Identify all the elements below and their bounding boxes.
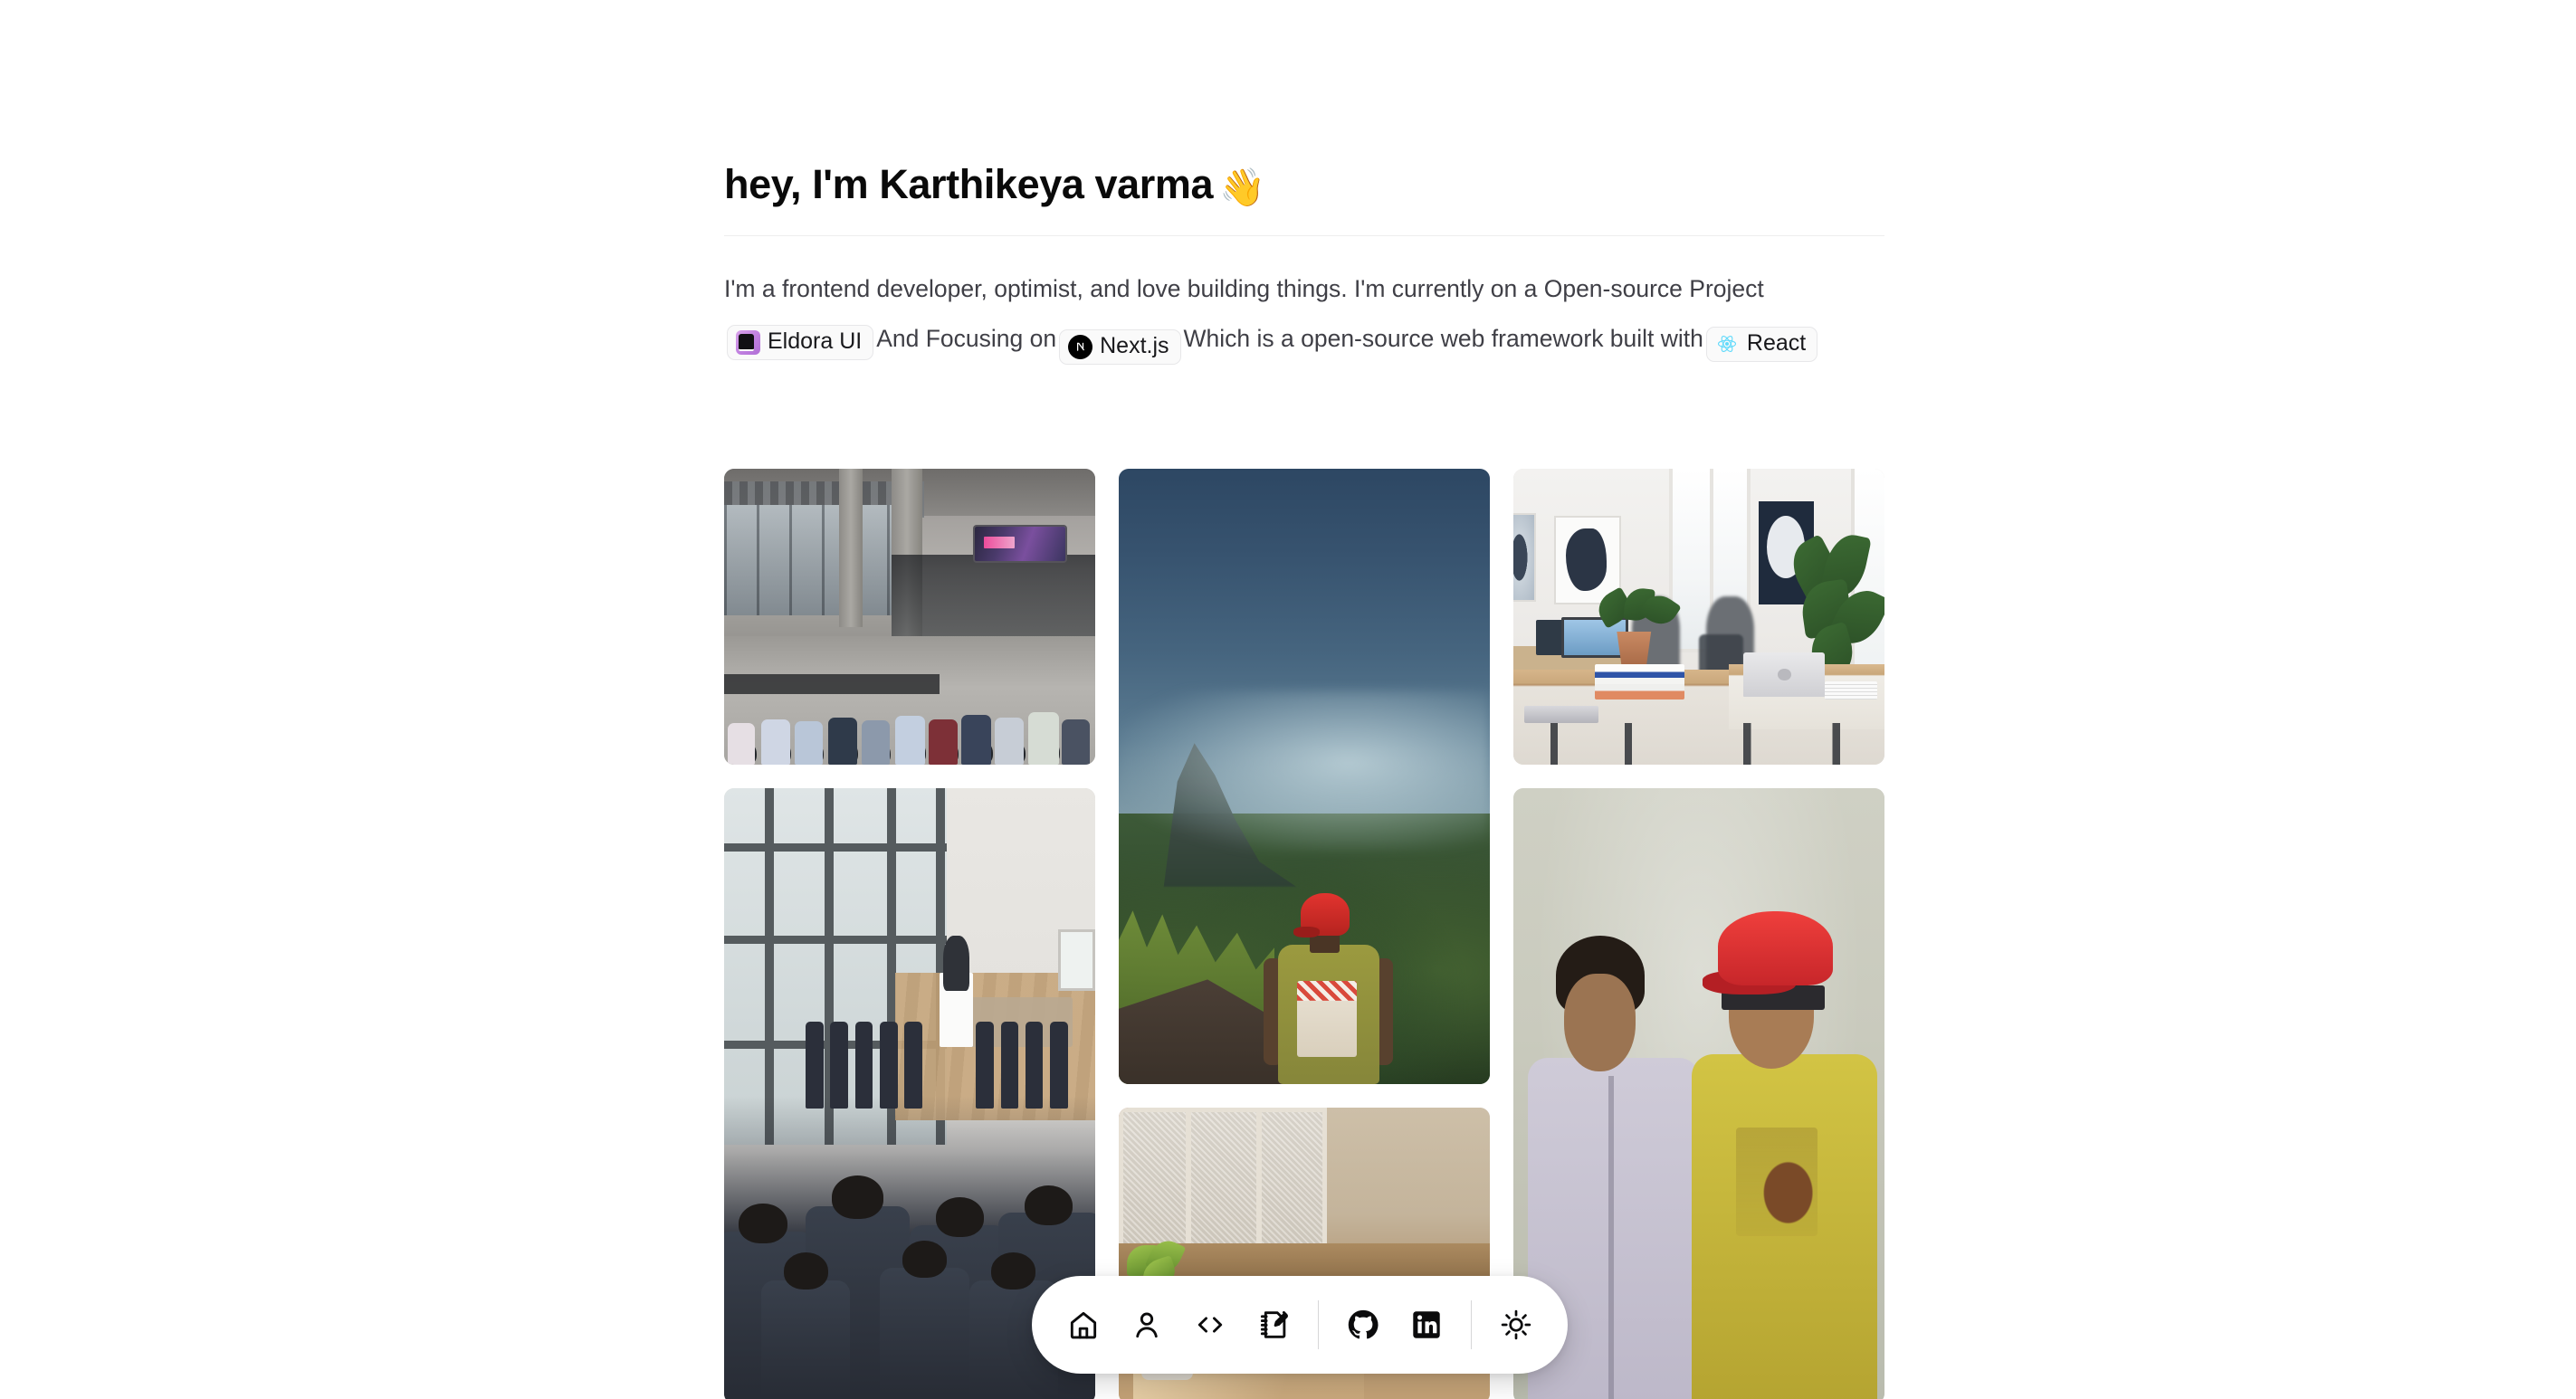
page-title: hey, I'm Karthikeya varma 👋	[724, 159, 1884, 211]
dock-linkedin[interactable]	[1395, 1293, 1458, 1356]
sun-icon	[1499, 1308, 1533, 1342]
badge-eldora-ui-label: Eldora UI	[768, 328, 863, 355]
user-icon	[1130, 1308, 1164, 1342]
dock-theme[interactable]	[1484, 1293, 1548, 1356]
gallery-column-1	[724, 469, 1095, 1399]
photo-gallery	[724, 469, 1884, 1399]
photo-misty-mountain[interactable]	[1119, 469, 1490, 1084]
page-title-text: hey, I'm Karthikeya varma	[724, 161, 1214, 207]
badge-eldora-ui[interactable]: Eldora UI	[727, 325, 874, 361]
react-logo-icon	[1715, 332, 1740, 357]
bio-text-part-1: I'm a frontend developer, optimist, and …	[724, 275, 1764, 303]
badge-nextjs[interactable]: Next.js	[1059, 328, 1181, 365]
dock-divider-2	[1471, 1300, 1472, 1349]
dock-projects[interactable]	[1178, 1293, 1242, 1356]
badge-react-label: React	[1746, 329, 1807, 356]
bio-text-part-2: And Focusing on	[876, 325, 1057, 353]
page-content: hey, I'm Karthikeya varma 👋 I'm a fronten…	[724, 0, 1884, 365]
badge-nextjs-label: Next.js	[1100, 332, 1169, 358]
photo-office-workspace[interactable]	[1513, 469, 1884, 765]
nextjs-logo-icon	[1068, 334, 1093, 359]
waving-hand-icon: 👋	[1219, 167, 1265, 208]
photo-two-friends[interactable]	[1513, 788, 1884, 1399]
gallery-column-3	[1513, 469, 1884, 1399]
home-icon	[1066, 1308, 1101, 1342]
gallery-column-2	[1119, 469, 1490, 1399]
bio-text-part-3: Which is a open-source web framework bui…	[1183, 325, 1703, 353]
badge-react[interactable]: React	[1705, 326, 1818, 362]
github-icon	[1346, 1308, 1380, 1342]
portfolio-page: hey, I'm Karthikeya varma 👋 I'm a fronten…	[0, 0, 2576, 1399]
header-divider	[724, 235, 1884, 237]
photo-conference-hall[interactable]	[724, 469, 1095, 765]
dock-home[interactable]	[1052, 1293, 1115, 1356]
eldora-ui-logo-icon	[736, 330, 760, 356]
dock-about[interactable]	[1115, 1293, 1178, 1356]
notebook-pen-icon	[1256, 1308, 1291, 1342]
bio-paragraph: I'm a frontend developer, optimist, and …	[724, 264, 1839, 365]
dock-divider-1	[1318, 1300, 1319, 1349]
dock-blog[interactable]	[1242, 1293, 1305, 1356]
dock-github[interactable]	[1331, 1293, 1395, 1356]
linkedin-icon	[1410, 1309, 1443, 1341]
code-icon	[1193, 1308, 1227, 1342]
floating-dock	[1032, 1276, 1568, 1374]
